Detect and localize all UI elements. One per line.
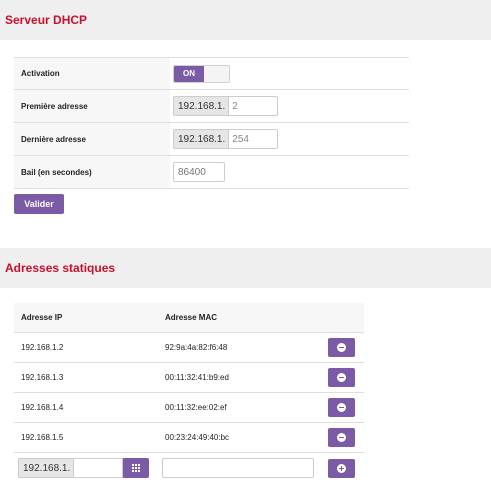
activation-label: Activation — [14, 58, 170, 89]
row-ip: 192.168.1.5 — [21, 433, 64, 442]
remove-row-button[interactable] — [327, 338, 355, 357]
table-row: 192.168.1.4 00:11:32:ee:02:ef — [14, 393, 364, 423]
first-address-input[interactable] — [228, 96, 279, 116]
static-title: Adresses statiques — [5, 261, 116, 275]
table-header: Adresse IP Adresse MAC — [14, 303, 364, 333]
row-mac: 00:11:32:ee:02:ef — [165, 403, 227, 412]
row-ip: 192.168.1.4 — [21, 403, 64, 412]
row-ip: 192.168.1.2 — [21, 343, 64, 352]
dhcp-section-header: Serveur DHCP — [0, 0, 491, 40]
last-address-input[interactable] — [228, 129, 279, 149]
last-address-prefix: 192.168.1. — [173, 129, 229, 149]
table-row: 192.168.1.2 92:9a:4a:82:f6:48 — [14, 333, 364, 363]
header-mac: Adresse MAC — [165, 313, 218, 322]
first-address-prefix: 192.168.1. — [173, 96, 229, 116]
lease-row: Bail (en secondes) — [14, 156, 409, 189]
remove-row-button[interactable] — [327, 398, 355, 417]
minus-circle-icon — [336, 373, 346, 382]
table-row: 192.168.1.5 00:23:24:49:40:bc — [14, 423, 364, 453]
ip-picker-button[interactable] — [123, 458, 150, 478]
first-address-row: Première adresse 192.168.1. — [14, 90, 409, 123]
static-section-header: Adresses statiques — [0, 248, 491, 288]
remove-row-button[interactable] — [327, 368, 355, 387]
activation-row: Activation ON — [14, 57, 409, 90]
static-table: Adresse IP Adresse MAC 192.168.1.2 92:9a… — [14, 303, 364, 483]
plus-circle-icon — [336, 463, 346, 473]
remove-row-button[interactable] — [327, 428, 355, 447]
row-ip: 192.168.1.3 — [21, 373, 64, 382]
validate-button[interactable]: Valider — [14, 194, 64, 214]
last-address-group: 192.168.1. — [173, 129, 279, 149]
lease-input[interactable] — [173, 162, 225, 182]
minus-circle-icon — [336, 433, 346, 442]
toggle-on-label: ON — [174, 65, 204, 82]
new-entry-row: 192.168.1. — [14, 453, 364, 483]
dhcp-form-table: Activation ON Première adresse 192.168.1… — [14, 57, 409, 189]
new-ip-prefix: 192.168.1. — [18, 458, 74, 478]
new-ip-input[interactable] — [73, 458, 124, 478]
activation-toggle[interactable]: ON — [173, 64, 230, 83]
last-address-label: Dernière adresse — [14, 123, 170, 155]
minus-circle-icon — [336, 403, 346, 412]
first-address-group: 192.168.1. — [173, 96, 279, 116]
dhcp-title: Serveur DHCP — [5, 13, 88, 27]
grid-icon — [132, 464, 141, 472]
first-address-label: Première adresse — [14, 90, 170, 122]
row-mac: 92:9a:4a:82:f6:48 — [165, 343, 228, 352]
new-mac-group — [158, 458, 318, 478]
table-row: 192.168.1.3 00:11:32:41:b9:ed — [14, 363, 364, 393]
lease-label: Bail (en secondes) — [14, 156, 170, 188]
toggle-off-area — [204, 65, 229, 82]
row-mac: 00:11:32:41:b9:ed — [165, 373, 229, 382]
header-ip: Adresse IP — [21, 313, 63, 322]
add-row-button[interactable] — [327, 458, 355, 478]
new-ip-group: 192.168.1. — [14, 458, 158, 478]
new-mac-input[interactable] — [162, 458, 314, 478]
last-address-row: Dernière adresse 192.168.1. — [14, 123, 409, 156]
minus-circle-icon — [336, 343, 346, 352]
row-mac: 00:23:24:49:40:bc — [165, 433, 230, 442]
